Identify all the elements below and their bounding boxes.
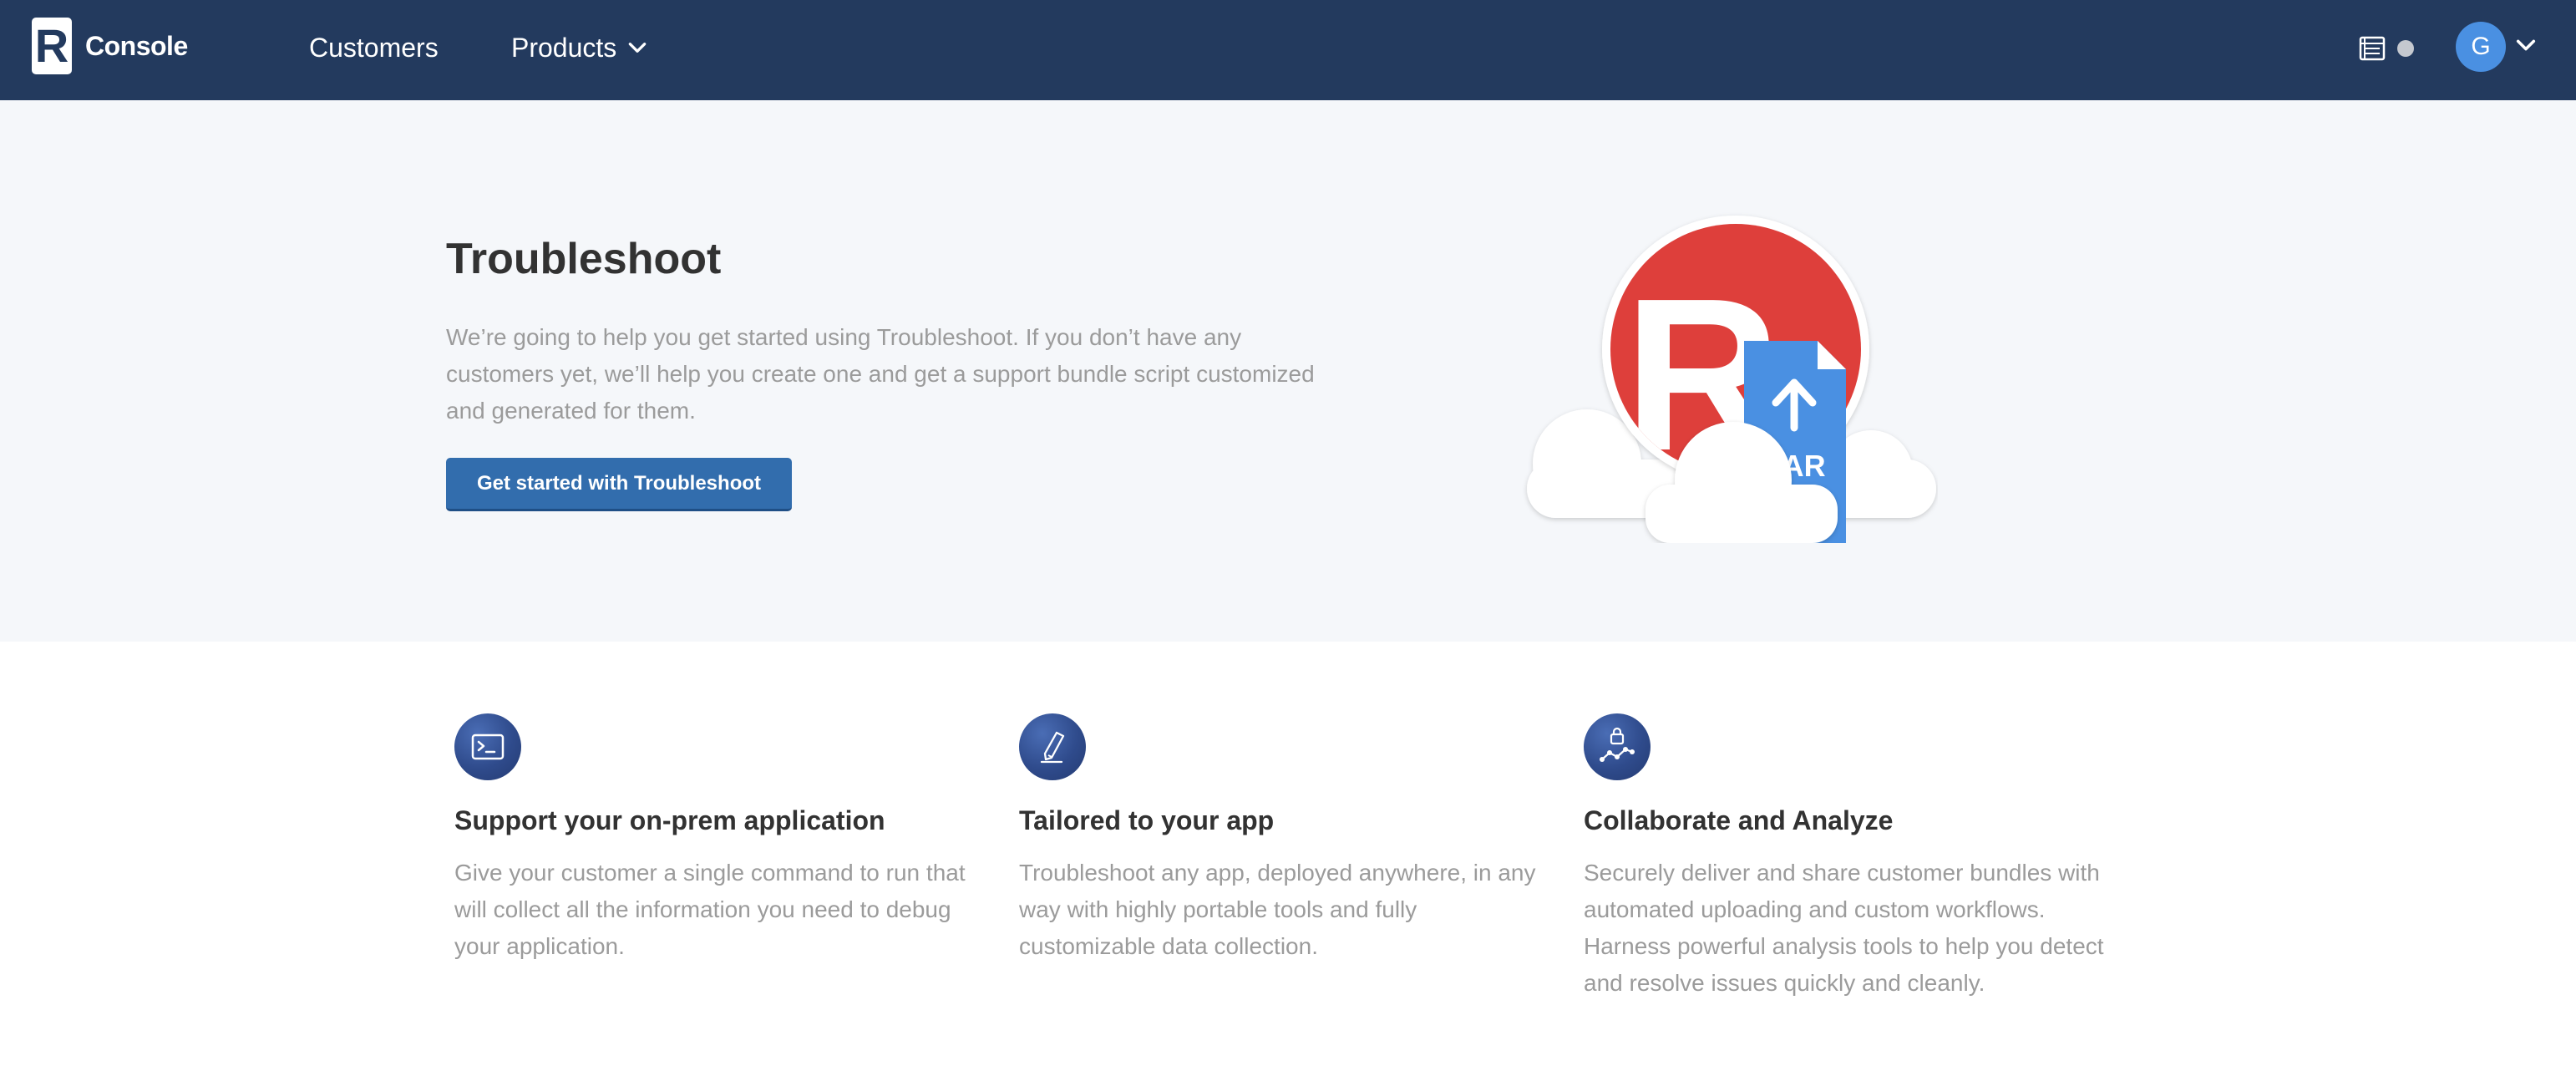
logo-mark: R	[32, 18, 72, 74]
feature-description: Troubleshoot any app, deployed anywhere,…	[1019, 860, 1536, 959]
feature-card: Support your on-prem application Give yo…	[454, 713, 989, 965]
chevron-down-icon[interactable]	[2514, 33, 2538, 57]
console-logo-link[interactable]: R Console	[32, 17, 188, 75]
nav-products-label: Products	[511, 32, 617, 63]
feature-card: Tailored to your app Troubleshoot any ap…	[1019, 713, 1554, 965]
feature-title: Tailored to your app	[1019, 805, 1275, 835]
chevron-down-icon	[628, 43, 647, 53]
nav-products[interactable]: Products	[511, 27, 648, 69]
top-navbar: R Console Customers Products G	[0, 0, 2576, 100]
feature-card: Collaborate and Analyze Securely deliver…	[1584, 713, 2118, 1002]
feature-title: Support your on-prem application	[454, 805, 885, 835]
page-title: Troubleshoot	[446, 235, 722, 283]
nav-customers[interactable]: Customers	[309, 27, 439, 69]
pencil-icon	[1019, 713, 1086, 780]
hero-section: Troubleshoot We’re going to help you get…	[0, 100, 2576, 642]
secure-analytics-icon	[1584, 713, 1651, 780]
feature-description: Give your customer a single command to r…	[454, 860, 966, 959]
get-started-button[interactable]: Get started with Troubleshoot	[446, 458, 792, 511]
hero-description: We’re going to help you get started usin…	[446, 324, 1315, 424]
user-avatar[interactable]: G	[2456, 22, 2506, 72]
terminal-icon	[454, 713, 521, 780]
feature-description: Securely deliver and share customer bund…	[1584, 860, 2104, 996]
app-name: Console	[85, 30, 188, 61]
support-bundle-icon[interactable]	[2355, 32, 2389, 65]
features-section: Support your on-prem application Give yo…	[0, 642, 2576, 1066]
troubleshoot-illustration: R TAR	[1527, 216, 1936, 543]
notification-dot[interactable]	[2397, 40, 2414, 57]
feature-title: Collaborate and Analyze	[1584, 805, 1894, 835]
